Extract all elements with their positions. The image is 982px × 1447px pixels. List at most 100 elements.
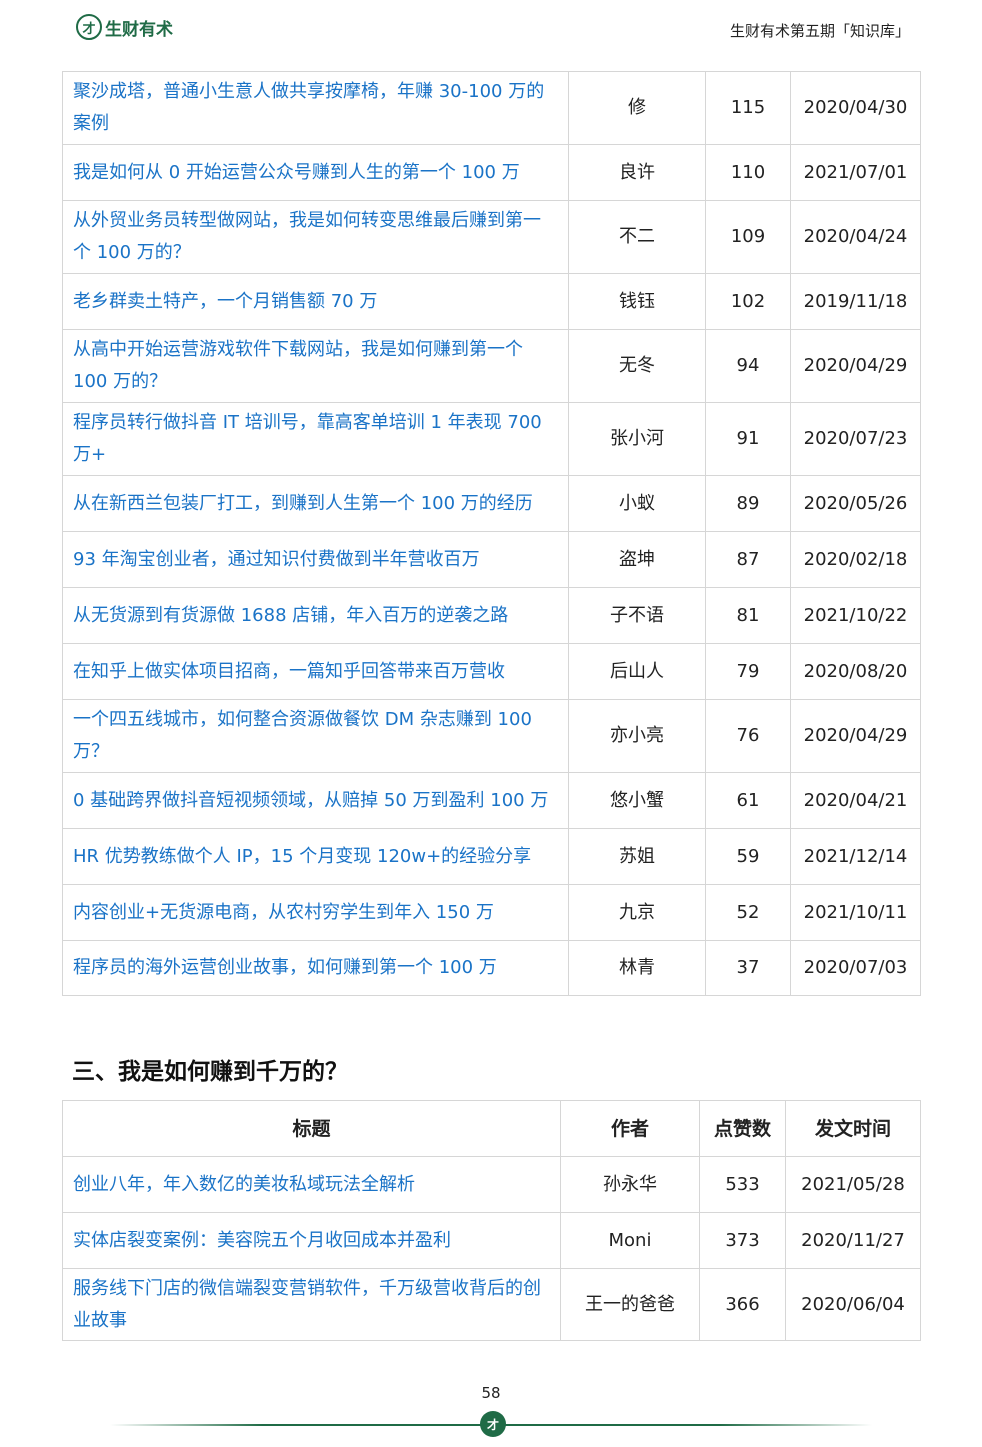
author-name: 良许 — [568, 144, 706, 201]
author-name: 后山人 — [568, 643, 706, 700]
table-row: 我是如何从 0 开始运营公众号赚到人生的第一个 100 万良许 110 2021/0… — [62, 144, 921, 201]
table-row: 从外贸业务员转型做网站，我是如何转变思维最后赚到第一个 100 万的？ 不二 109… — [62, 200, 921, 274]
publish-date: 2021/10/11 — [790, 884, 921, 941]
article-title-link[interactable]: 从无货源到有货源做 1688 店铺，年入百万的逆袭之路 — [62, 587, 569, 644]
publish-date: 2020/07/23 — [790, 402, 921, 476]
column-header-date: 发文时间 — [785, 1100, 921, 1157]
article-title-link[interactable]: 从外贸业务员转型做网站，我是如何转变思维最后赚到第一个 100 万的？ — [62, 200, 569, 274]
like-count: 89 — [705, 475, 791, 532]
table-row: 从高中开始运营游戏软件下载网站，我是如何赚到第一个 100 万的？ 无冬 94 202… — [62, 329, 921, 403]
document-title: 生财有术第五期「知识库」 — [729, 22, 910, 40]
table-row: 0 基础跨界做抖音短视频领域，从赔掉 50 万到盈利 100 万悠小蟹 61 202… — [62, 772, 921, 829]
like-count: 76 — [705, 699, 791, 773]
article-title-link[interactable]: 实体店裂变案例：美容院五个月收回成本并盈利 — [62, 1212, 561, 1269]
page-header: 才 生财有术 生财有术第五期「知识库」 — [0, 0, 982, 60]
table-row: 创业八年，年入数亿的美妆私域玩法全解析 孙永华 533 2021/05/28 — [62, 1156, 921, 1213]
table-row: 聚沙成塔，普通小生意人做共享按摩椅，年赚 30-100 万的案例修 115 2020… — [62, 71, 921, 145]
logo-text: 生财有术 — [105, 19, 173, 40]
table-header-row: 标题 作者 点赞数 发文时间 — [62, 1100, 921, 1157]
article-title-link[interactable]: 0 基础跨界做抖音短视频领域，从赔掉 50 万到盈利 100 万 — [62, 772, 569, 829]
column-header-author: 作者 — [560, 1100, 700, 1157]
table-row: 内容创业+无货源电商，从农村穷学生到年入 150 万九京 52 2021/10/11 — [62, 884, 921, 941]
author-name: 修 — [568, 71, 706, 145]
author-name: 无冬 — [568, 329, 706, 403]
author-name: 悠小蟹 — [568, 772, 706, 829]
article-title-link[interactable]: 服务线下门店的微信端裂变营销软件，千万级营收背后的创业故事 — [62, 1268, 561, 1341]
table-row: 程序员的海外运营创业故事，如何赚到第一个 100 万林青 37 2020/07/03 — [62, 940, 921, 996]
author-name: 苏姐 — [568, 828, 706, 885]
author-name: 张小河 — [568, 402, 706, 476]
publish-date: 2020/08/20 — [790, 643, 921, 700]
like-count: 52 — [705, 884, 791, 941]
footer-logo-icon: 才 — [480, 1411, 506, 1437]
table-row: 老乡群卖土特产，一个月销售额 70 万钱钰 102 2019/11/18 — [62, 273, 921, 330]
publish-date: 2020/04/30 — [790, 71, 921, 145]
page-number: 58 — [481, 1384, 501, 1402]
article-title-link[interactable]: 创业八年，年入数亿的美妆私域玩法全解析 — [62, 1156, 561, 1213]
article-title-link[interactable]: 93 年淘宝创业者，通过知识付费做到半年营收百万 — [62, 531, 569, 588]
publish-date: 2019/11/18 — [790, 273, 921, 330]
like-count: 366 — [699, 1268, 786, 1341]
column-header-title: 标题 — [62, 1100, 561, 1157]
table-row: 服务线下门店的微信端裂变营销软件，千万级营收背后的创业故事 王一的爸爸 366 202… — [62, 1268, 921, 1341]
publish-date: 2020/04/21 — [790, 772, 921, 829]
table-row: HR 优势教练做个人 IP，15 个月变现 120w+的经验分享 苏姐 59 2021… — [62, 828, 921, 885]
table-row: 程序员转行做抖音 IT 培训号，靠高客单培训 1 年表现 700 万+ 张小河 91… — [62, 402, 921, 476]
publish-date: 2020/04/24 — [790, 200, 921, 274]
like-count: 533 — [699, 1156, 786, 1213]
like-count: 109 — [705, 200, 791, 274]
author-name: 钱钰 — [568, 273, 706, 330]
author-name: 小蚁 — [568, 475, 706, 532]
like-count: 115 — [705, 71, 791, 145]
articles-table-millions: 聚沙成塔，普通小生意人做共享按摩椅，年赚 30-100 万的案例修 115 2020… — [62, 71, 921, 996]
publish-date: 2020/05/26 — [790, 475, 921, 532]
article-title-link[interactable]: 程序员转行做抖音 IT 培训号，靠高客单培训 1 年表现 700 万+ — [62, 402, 569, 476]
author-name: 子不语 — [568, 587, 706, 644]
author-name: 林青 — [568, 940, 706, 996]
like-count: 102 — [705, 273, 791, 330]
like-count: 91 — [705, 402, 791, 476]
publish-date: 2020/02/18 — [790, 531, 921, 588]
table-row: 一个四五线城市，如何整合资源做餐饮 DM 杂志赚到 100 万？ 亦小亮 76 202… — [62, 699, 921, 773]
like-count: 81 — [705, 587, 791, 644]
like-count: 59 — [705, 828, 791, 885]
publish-date: 2020/11/27 — [785, 1212, 921, 1269]
like-count: 94 — [705, 329, 791, 403]
author-name: 不二 — [568, 200, 706, 274]
publish-date: 2020/04/29 — [790, 699, 921, 773]
table-row: 从无货源到有货源做 1688 店铺，年入百万的逆袭之路 子不语 81 2021/10/… — [62, 587, 921, 644]
article-title-link[interactable]: HR 优势教练做个人 IP，15 个月变现 120w+的经验分享 — [62, 828, 569, 885]
article-title-link[interactable]: 从在新西兰包装厂打工，到赚到人生第一个 100 万的经历 — [62, 475, 569, 532]
table-row: 在知乎上做实体项目招商，一篇知乎回答带来百万营收 后山人 79 2020/08/20 — [62, 643, 921, 700]
author-name: Moni — [560, 1212, 700, 1269]
articles-table-ten-millions: 标题 作者 点赞数 发文时间 创业八年，年入数亿的美妆私域玩法全解析 孙永华 533… — [62, 1100, 921, 1341]
publish-date: 2021/07/01 — [790, 144, 921, 201]
table-row: 从在新西兰包装厂打工，到赚到人生第一个 100 万的经历 小蚁 89 2020/05/… — [62, 475, 921, 532]
author-name: 盗坤 — [568, 531, 706, 588]
article-title-link[interactable]: 内容创业+无货源电商，从农村穷学生到年入 150 万 — [62, 884, 569, 941]
article-title-link[interactable]: 聚沙成塔，普通小生意人做共享按摩椅，年赚 30-100 万的案例 — [62, 71, 569, 145]
article-title-link[interactable]: 从高中开始运营游戏软件下载网站，我是如何赚到第一个 100 万的？ — [62, 329, 569, 403]
author-name: 孙永华 — [560, 1156, 700, 1213]
author-name: 王一的爸爸 — [560, 1268, 700, 1341]
like-count: 79 — [705, 643, 791, 700]
table-row: 93 年淘宝创业者，通过知识付费做到半年营收百万 盗坤 87 2020/02/18 — [62, 531, 921, 588]
article-title-link[interactable]: 我是如何从 0 开始运营公众号赚到人生的第一个 100 万 — [62, 144, 569, 201]
publish-date: 2020/06/04 — [785, 1268, 921, 1341]
section-heading: 三、我是如何赚到千万的？ — [72, 1059, 348, 1085]
table-row: 实体店裂变案例：美容院五个月收回成本并盈利 Moni 373 2020/11/27 — [62, 1212, 921, 1269]
article-title-link[interactable]: 老乡群卖土特产，一个月销售额 70 万 — [62, 273, 569, 330]
author-name: 九京 — [568, 884, 706, 941]
author-name: 亦小亮 — [568, 699, 706, 773]
like-count: 373 — [699, 1212, 786, 1269]
article-title-link[interactable]: 在知乎上做实体项目招商，一篇知乎回答带来百万营收 — [62, 643, 569, 700]
like-count: 87 — [705, 531, 791, 588]
publish-date: 2021/10/22 — [790, 587, 921, 644]
article-title-link[interactable]: 一个四五线城市，如何整合资源做餐饮 DM 杂志赚到 100 万？ — [62, 699, 569, 773]
brand-logo: 才 生财有术 — [76, 14, 173, 40]
article-title-link[interactable]: 程序员的海外运营创业故事，如何赚到第一个 100 万 — [62, 940, 569, 996]
like-count: 61 — [705, 772, 791, 829]
publish-date: 2021/12/14 — [790, 828, 921, 885]
logo-icon: 才 — [76, 14, 102, 40]
like-count: 110 — [705, 144, 791, 201]
